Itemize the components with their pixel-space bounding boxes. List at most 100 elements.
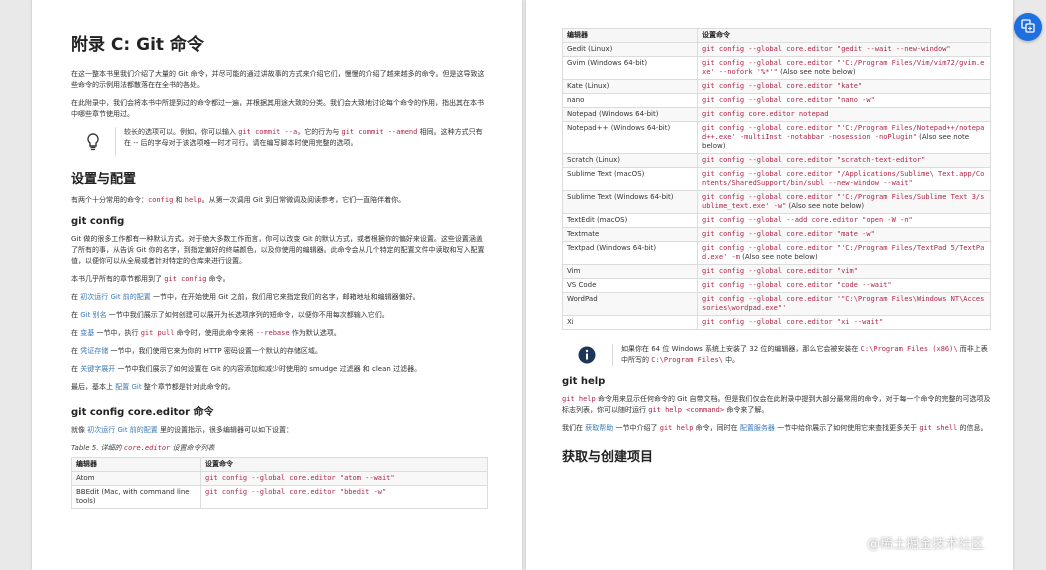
tip-text: 较长的选项可以。例如，你可以输入 git commit --a，它的行为与 gi… (124, 128, 483, 147)
editor-cell: Atom (71, 471, 201, 486)
table-header-row: 编辑器 设置命令 (71, 457, 488, 472)
col-header-editor: 编辑器 (71, 457, 201, 472)
table-row: BBEdit (Mac, with command line tools) gi… (71, 485, 488, 509)
config-paragraph-2: 本书几乎所有的章节都用到了 git config 命令。 (71, 275, 230, 283)
command-cell: git config --global core.editor "code --… (697, 278, 991, 293)
info-icon (562, 344, 612, 366)
table-row: Sublime Text (macOS) git config --global … (562, 167, 991, 191)
note-text: 如果你在 64 位 Windows 系统上安装了 32 位的编辑器，那么它会被安… (621, 345, 988, 364)
command-cell: git config --global core.editor "bbedit … (200, 485, 488, 509)
editor-cell: Kate (Linux) (562, 79, 698, 94)
editor-paragraph: 就像 初次运行 Git 前的配置 里的设置指示，很多编辑器可以如下设置： (71, 426, 294, 434)
section-heading-git-help: git help (562, 376, 606, 387)
command-cell: git config --global core.editor "'C:/Pro… (697, 121, 991, 154)
command-cell: git config --global core.editor "'C:/Pro… (697, 190, 991, 214)
table-row: Sublime Text (Windows 64-bit) git config … (562, 190, 991, 214)
link-git-aliases[interactable]: Git 别名 (80, 311, 106, 319)
config-paragraph-7: 在 关键字展开 一节中我们展示了如何设置在 Git 的内容添加和减少时使用的 s… (71, 365, 422, 373)
editor-cell: Vim (562, 264, 698, 279)
editor-cell: Gedit (Linux) (562, 42, 698, 57)
config-paragraph-5: 在 变基 一节中，执行 git pull 命令时，使用此命令来将 --rebas… (71, 329, 341, 337)
editor-cell: Sublime Text (macOS) (562, 167, 698, 191)
editor-cell: VS Code (562, 278, 698, 293)
translate-button[interactable] (1014, 13, 1042, 41)
editor-table-left: 编辑器 设置命令 Atom git config --global core.e… (71, 457, 488, 509)
config-paragraph-1: Git 做的很多工作都有一种默认方式。对于绝大多数工作而言，你可以改变 Git … (71, 235, 485, 265)
editor-cell: BBEdit (Mac, with command line tools) (71, 485, 201, 509)
right-page: 编辑器 设置命令 Gedit (Linux) git config --globa… (526, 0, 1013, 570)
section-heading-setup: 设置与配置 (71, 172, 137, 187)
link-first-time-setup-2[interactable]: 初次运行 Git 前的配置 (87, 426, 158, 434)
intro-paragraph-2: 在此附录中，我们会将本书中所提到过的命令都过一遍，并根据其用途大致的分类。我们会… (71, 99, 484, 118)
editor-cell: Notepad++ (Windows 64-bit) (562, 121, 698, 154)
editor-cell: Notepad (Windows 64-bit) (562, 107, 698, 122)
table-row: WordPad git config --global core.editor '… (562, 292, 991, 316)
editor-cell: TextEdit (macOS) (562, 213, 698, 228)
section-heading-getting-projects: 获取与创建项目 (562, 450, 654, 465)
command-cell: git config --global core.editor "mate -w… (697, 227, 991, 242)
setup-paragraph: 有两个十分常用的命令：config 和 help。从第一次调用 Git 到日常微… (71, 196, 406, 204)
editor-cell: Sublime Text (Windows 64-bit) (562, 190, 698, 214)
command-cell: git config core.editor notepad (697, 107, 991, 122)
help-paragraph-1: git help 命令用来显示任何命令的 Git 自带文档。但是我们仅会在此附录… (562, 395, 991, 414)
editor-cell: WordPad (562, 292, 698, 316)
col-header-command: 设置命令 (200, 457, 488, 472)
note-box: 如果你在 64 位 Windows 系统上安装了 32 位的编辑器，那么它会被安… (562, 344, 991, 366)
intro-paragraph-1: 在这一整本书里我们介绍了大量的 Git 命令，并尽可能的通过讲故事的方式来介绍它… (71, 70, 485, 89)
editor-cell: nano (562, 93, 698, 108)
table-row: Xi git config --global core.editor "xi --… (562, 315, 991, 330)
table-row: Gedit (Linux) git config --global core.ed… (562, 42, 991, 57)
col-header-command: 设置命令 (697, 28, 991, 43)
editor-cell: Scratch (Linux) (562, 153, 698, 168)
command-cell: git config --global core.editor "'C:/Pro… (697, 241, 991, 265)
lightbulb-icon (71, 127, 115, 156)
command-cell: git config --global core.editor "'C:/Pro… (697, 56, 991, 80)
command-cell: git config --global --add core.editor "o… (697, 213, 991, 228)
help-paragraph-2: 我们在 获取帮助 一节中介绍了 git help 命令，同时在 配置服务器 一节… (562, 424, 988, 432)
link-first-time-setup[interactable]: 初次运行 Git 前的配置 (80, 293, 151, 301)
command-cell: git config --global core.editor "vim" (697, 264, 991, 279)
config-paragraph-3: 在 初次运行 Git 前的配置 一节中，在开始使用 Git 之前，我们用它来指定… (71, 293, 420, 301)
link-getting-help[interactable]: 获取帮助 (585, 424, 613, 432)
link-customizing-git[interactable]: 配置 Git (115, 383, 141, 391)
page-title: 附录 C: Git 命令 (71, 35, 204, 55)
table-row: Notepad++ (Windows 64-bit) git config --g… (562, 121, 991, 154)
left-page: 附录 C: Git 命令 在这一整本书里我们介绍了大量的 Git 命令，并尽可能… (32, 0, 522, 570)
col-header-editor: 编辑器 (562, 28, 698, 43)
section-heading-core-editor: git config core.editor 命令 (71, 407, 214, 418)
section-heading-git-config: git config (71, 216, 125, 227)
command-cell: git config --global core.editor "xi --wa… (697, 315, 991, 330)
editor-cell: Textmate (562, 227, 698, 242)
link-keyword-expansion[interactable]: 关键字展开 (80, 365, 115, 373)
command-cell: git config --global core.editor "gedit -… (697, 42, 991, 57)
command-cell: git config --global core.editor "kate" (697, 79, 991, 94)
table-row: Textmate git config --global core.editor … (562, 227, 991, 242)
command-cell: git config --global core.editor "atom --… (200, 471, 488, 486)
table-row: Notepad (Windows 64-bit) git config core.… (562, 107, 991, 122)
config-paragraph-8: 最后，基本上 配置 Git 整个章节都是针对此命令的。 (71, 383, 235, 391)
config-paragraph-6: 在 凭证存储 一节中，我们使用它来为你的 HTTP 密码设置一个默认的存储区域。 (71, 347, 322, 355)
config-paragraph-4: 在 Git 别名 一节中我们展示了如何创建可以展开为长选项序列的短命令，以便你不… (71, 311, 389, 319)
table-header-row: 编辑器 设置命令 (562, 28, 991, 43)
table-row: nano git config --global core.editor "nan… (562, 93, 991, 108)
table-row: TextEdit (macOS) git config --global --ad… (562, 213, 991, 228)
table-row: Vim git config --global core.editor "vim" (562, 264, 991, 279)
table-caption: Table 5. 详细的 core.editor 设置命令列表 (71, 444, 215, 452)
watermark: @稀土掘金技术社区 (867, 537, 985, 552)
editor-cell: Xi (562, 315, 698, 330)
table-row: Atom git config --global core.editor "at… (71, 471, 488, 486)
table-row: Textpad (Windows 64-bit) git config --glo… (562, 241, 991, 265)
command-cell: git config --global core.editor "nano -w… (697, 93, 991, 108)
command-cell: git config --global core.editor '"C:\Pro… (697, 292, 991, 316)
editor-table-right: 编辑器 设置命令 Gedit (Linux) git config --globa… (562, 28, 991, 330)
table-row: Scratch (Linux) git config --global core.… (562, 153, 991, 168)
command-cell: git config --global core.editor "scratch… (697, 153, 991, 168)
tip-box: 较长的选项可以。例如，你可以输入 git commit --a，它的行为与 gi… (71, 127, 488, 156)
editor-cell: Gvim (Windows 64-bit) (562, 56, 698, 80)
link-rebasing[interactable]: 变基 (80, 329, 94, 337)
table-row: Kate (Linux) git config --global core.edi… (562, 79, 991, 94)
translate-icon (1021, 18, 1035, 37)
link-setting-up-server[interactable]: 配置服务器 (740, 424, 775, 432)
link-credential-storage[interactable]: 凭证存储 (80, 347, 108, 355)
table-row: Gvim (Windows 64-bit) git config --global… (562, 56, 991, 80)
